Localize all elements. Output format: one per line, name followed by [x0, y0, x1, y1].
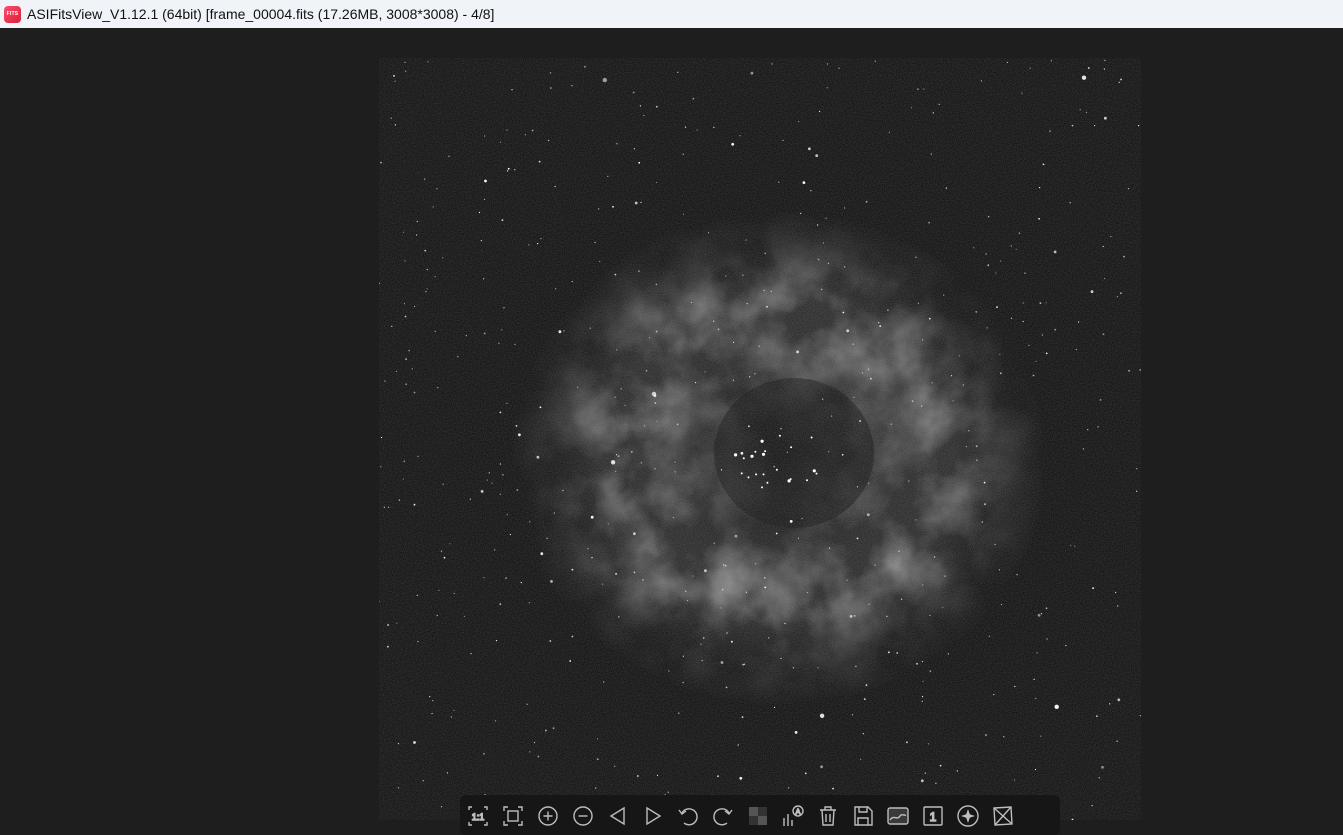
crop-icon: [992, 806, 1013, 826]
actual-size-button[interactable]: 1:1: [460, 804, 495, 828]
star-detect-button[interactable]: [950, 804, 985, 828]
image-viewer[interactable]: [0, 28, 1343, 821]
single-frame-button[interactable]: 1: [915, 804, 950, 828]
app-icon: FITS: [4, 5, 21, 23]
app-icon-text: FITS: [6, 11, 19, 17]
histogram-auto-icon: A: [782, 805, 804, 826]
zoom-out-icon: [572, 806, 593, 826]
next-image-button[interactable]: [635, 804, 670, 828]
nebula-image: [379, 58, 1141, 820]
crop-button[interactable]: [985, 804, 1020, 828]
rotate-right-button[interactable]: [705, 804, 740, 828]
fits-image[interactable]: [379, 58, 1141, 820]
trash-icon: [819, 806, 836, 826]
rotate-cw-icon: [712, 808, 733, 826]
image-thumb-icon: [886, 807, 909, 825]
fit-to-window-button[interactable]: [495, 804, 530, 828]
rotate-left-button[interactable]: [670, 804, 705, 828]
triangle-left-icon: [609, 806, 625, 826]
debayer-button[interactable]: [740, 804, 775, 828]
save-icon: [853, 806, 873, 826]
save-button[interactable]: [845, 804, 880, 828]
title-bar: FITS ASIFitsView_V1.12.1 (64bit) [frame_…: [0, 0, 1343, 28]
window-title: ASIFitsView_V1.12.1 (64bit) [frame_00004…: [27, 6, 495, 22]
svg-text:1: 1: [929, 810, 936, 824]
zoom-in-icon: [537, 806, 558, 826]
checker-icon: [748, 807, 767, 825]
svg-text:A: A: [795, 809, 800, 816]
zoom-in-button[interactable]: [530, 804, 565, 828]
triangle-right-icon: [645, 806, 661, 826]
delete-button[interactable]: [810, 804, 845, 828]
image-toolbar: 1:1 A 1: [460, 795, 1060, 835]
zoom-out-button[interactable]: [565, 804, 600, 828]
rotate-ccw-icon: [677, 808, 698, 826]
image-info-button[interactable]: [880, 804, 915, 828]
previous-image-button[interactable]: [600, 804, 635, 828]
one-to-one-icon: 1:1: [467, 806, 488, 826]
auto-stretch-button[interactable]: A: [775, 804, 810, 828]
star-circle-icon: [956, 805, 979, 827]
fit-window-icon: [502, 806, 523, 826]
frame-one-icon: 1: [922, 806, 943, 826]
